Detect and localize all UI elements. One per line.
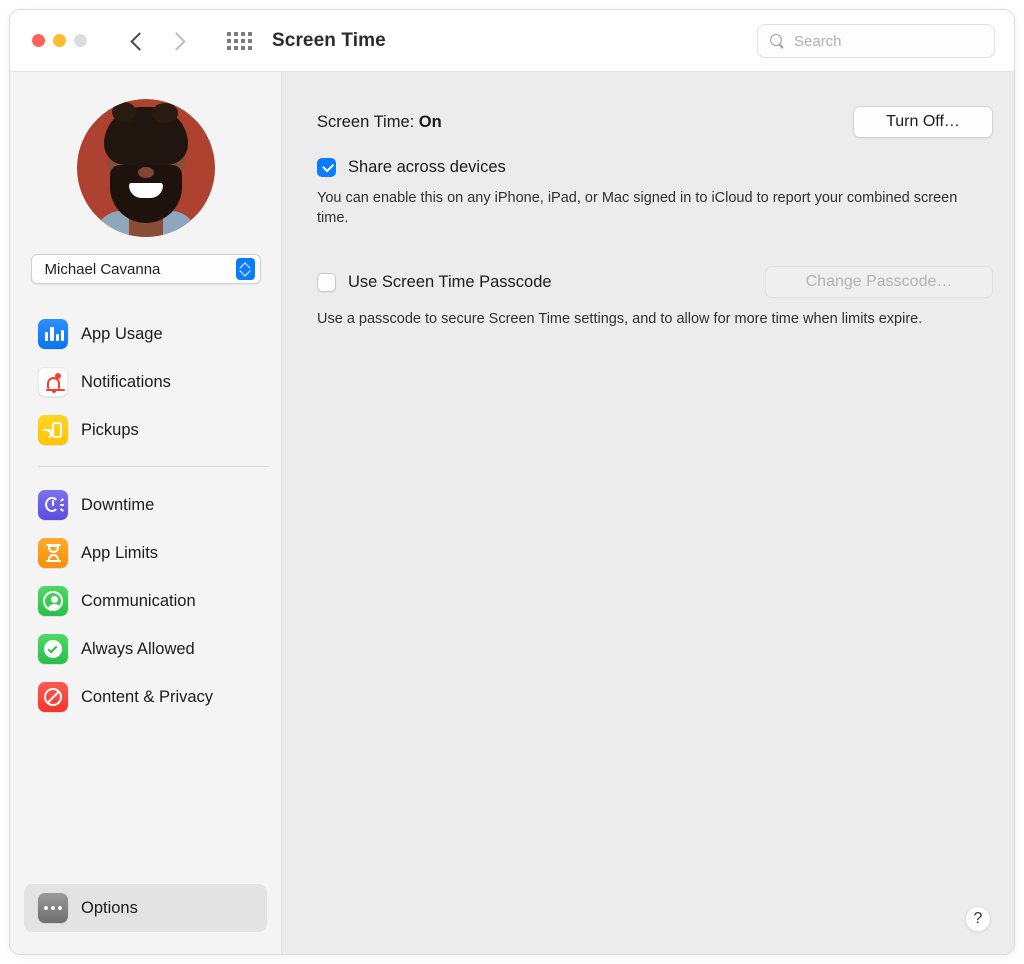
sidebar-item-communication[interactable]: Communication <box>10 577 281 625</box>
share-across-devices-description: You can enable this on any iPhone, iPad,… <box>317 190 958 226</box>
status-row: Screen Time: On Turn Off… <box>317 106 1014 138</box>
chevron-left-icon[interactable] <box>129 33 145 49</box>
hourglass-icon <box>38 538 68 568</box>
bell-icon <box>38 367 68 397</box>
moon-clock-icon <box>38 490 68 520</box>
sidebar-item-app-usage[interactable]: App Usage <box>10 310 281 358</box>
ellipsis-icon <box>38 893 68 923</box>
share-across-devices-row[interactable]: Share across devices <box>317 158 1014 177</box>
share-across-devices-checkbox[interactable] <box>317 158 336 177</box>
search-input[interactable]: Search <box>757 24 995 58</box>
show-all-grid-icon[interactable] <box>227 31 252 50</box>
user-select-popup[interactable]: Michael Cavanna <box>30 254 261 284</box>
sidebar-item-label: Downtime <box>81 495 155 514</box>
help-button[interactable]: ? <box>965 906 991 932</box>
chevron-right-icon <box>169 33 185 49</box>
window-body: Michael Cavanna App Usage Notifications <box>10 72 1014 954</box>
passcode-description: Use a passcode to secure Screen Time set… <box>317 311 923 327</box>
share-across-devices-label: Share across devices <box>348 158 506 176</box>
chevron-up-down-icon[interactable] <box>235 258 255 280</box>
passcode-row: Use Screen Time Passcode Change Passcode… <box>317 266 1014 298</box>
sidebar-item-label: Communication <box>81 591 196 610</box>
search-icon <box>770 33 785 49</box>
screen-time-status: Screen Time: On <box>317 106 442 132</box>
sidebar-item-app-limits[interactable]: App Limits <box>10 529 281 577</box>
sidebar-item-pickups[interactable]: Pickups <box>10 406 281 454</box>
title-bar: Screen Time Search <box>10 10 1014 72</box>
search-placeholder: Search <box>794 32 842 50</box>
check-badge-icon <box>38 634 68 664</box>
prohibition-icon <box>38 682 68 712</box>
sidebar-item-notifications[interactable]: Notifications <box>10 358 281 406</box>
navigation-controls <box>129 33 185 49</box>
bar-chart-icon <box>38 319 68 349</box>
user-name-label: Michael Cavanna <box>44 260 161 278</box>
minimize-window-button[interactable] <box>53 34 66 47</box>
status-prefix: Screen Time: <box>317 113 419 131</box>
sidebar-divider <box>38 466 269 467</box>
content-pane: Screen Time: On Turn Off… Share across d… <box>282 72 1014 954</box>
sidebar-item-always-allowed[interactable]: Always Allowed <box>10 625 281 673</box>
sidebar-group-usage: App Usage Notifications Pickups <box>10 310 281 454</box>
person-circle-icon <box>38 586 68 616</box>
sidebar-item-content-privacy[interactable]: Content & Privacy <box>10 673 281 721</box>
sidebar-item-label: Content & Privacy <box>81 687 214 706</box>
status-value: On <box>418 113 442 131</box>
sidebar-item-label: Notifications <box>81 372 171 391</box>
window-controls <box>32 34 87 47</box>
sidebar-item-label: Pickups <box>81 420 139 439</box>
sidebar-group-limits: Downtime App Limits Communication Always… <box>10 481 281 721</box>
sidebar-item-label: App Limits <box>81 543 159 562</box>
phone-pickup-icon <box>38 415 68 445</box>
sidebar-item-downtime[interactable]: Downtime <box>10 481 281 529</box>
turn-off-button[interactable]: Turn Off… <box>853 106 993 138</box>
sidebar-item-label: Options <box>81 898 138 917</box>
close-window-button[interactable] <box>32 34 45 47</box>
sidebar-item-label: App Usage <box>81 324 163 343</box>
change-passcode-button: Change Passcode… <box>765 266 993 298</box>
avatar <box>76 99 215 237</box>
use-passcode-checkbox[interactable] <box>317 272 336 292</box>
page-title: Screen Time <box>272 29 386 51</box>
sidebar-item-options[interactable]: Options <box>24 884 267 932</box>
sidebar-item-label: Always Allowed <box>81 639 195 658</box>
sidebar: Michael Cavanna App Usage Notifications <box>10 72 282 954</box>
use-passcode-label: Use Screen Time Passcode <box>348 272 552 291</box>
zoom-window-button <box>74 34 87 47</box>
screen-time-preferences-window: Screen Time Search Michael Cavanna App U… <box>9 9 1015 955</box>
